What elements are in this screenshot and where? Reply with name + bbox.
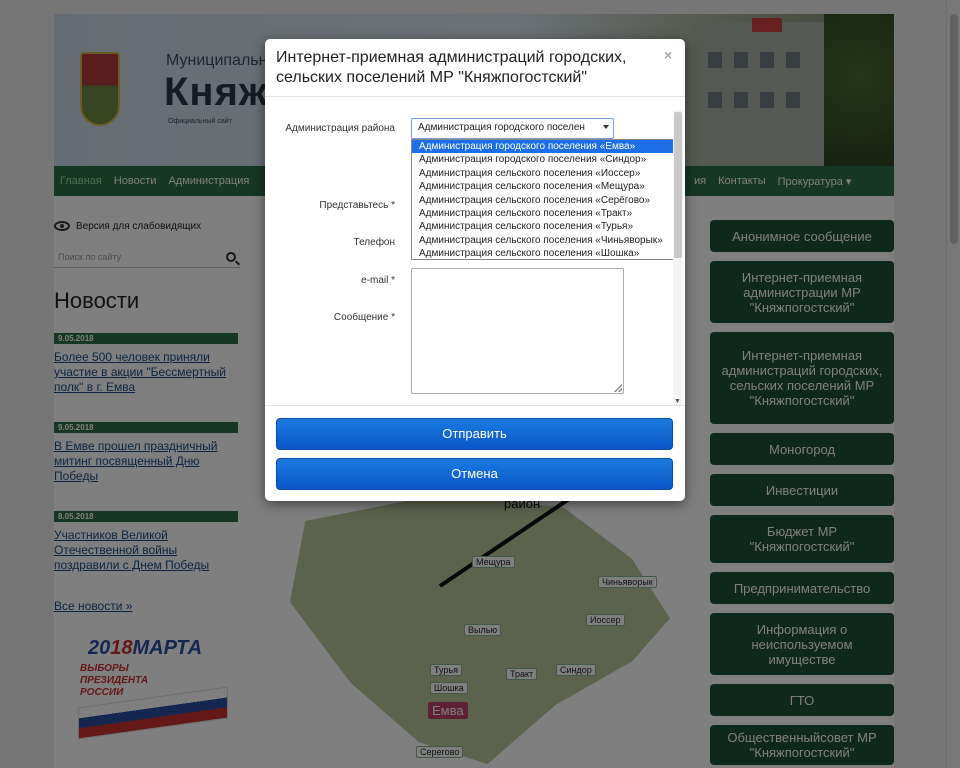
chevron-down-icon xyxy=(603,125,609,129)
message-textarea[interactable] xyxy=(411,268,624,394)
name-label: Представьтесь * xyxy=(319,200,395,211)
dropdown-option[interactable]: Администрация сельского поселения «Чинья… xyxy=(412,234,677,247)
modal-scrollbar[interactable]: ▼ xyxy=(673,110,683,405)
modal-body: Администрация района Представьтесь * Тел… xyxy=(265,98,685,405)
dropdown-option[interactable]: Администрация сельского поселения «Серёг… xyxy=(412,194,677,207)
modal-title: Интернет-приемная администраций городски… xyxy=(276,49,627,86)
dropdown-option[interactable]: Администрация сельского поселения «Шошка… xyxy=(412,247,677,260)
close-icon[interactable]: × xyxy=(664,47,672,63)
dropdown-option[interactable]: Администрация сельского поселения «Турья… xyxy=(412,220,677,233)
district-label: Администрация района xyxy=(285,123,395,134)
district-select-value: Администрация городского поселен xyxy=(418,122,585,133)
modal-footer: Отправить Отмена xyxy=(265,405,685,501)
dropdown-option[interactable]: Администрация сельского поселения «Тракт… xyxy=(412,207,677,220)
dropdown-option[interactable]: Администрация городского поселения «Синд… xyxy=(412,153,677,166)
cancel-button[interactable]: Отмена xyxy=(276,458,673,490)
dropdown-option[interactable]: Администрация городского поселения «Емва… xyxy=(412,140,677,154)
district-select[interactable]: Администрация городского поселен xyxy=(411,118,614,139)
scroll-down-icon[interactable]: ▼ xyxy=(674,398,681,405)
submit-button[interactable]: Отправить xyxy=(276,418,673,450)
modal-header: Интернет-приемная администраций городски… xyxy=(265,39,685,97)
modal-scrollbar-thumb[interactable] xyxy=(674,112,682,258)
district-dropdown[interactable]: Администрация городского поселения «Емва… xyxy=(411,139,678,260)
dropdown-option[interactable]: Администрация сельского поселения «Иоссе… xyxy=(412,167,677,180)
dropdown-option[interactable]: Администрация сельского поселения «Мещур… xyxy=(412,180,677,193)
message-label: Сообщение * xyxy=(333,312,395,323)
reception-modal: Интернет-приемная администраций городски… xyxy=(265,39,685,501)
email-label: e-mail * xyxy=(361,275,395,286)
phone-label: Телефон xyxy=(353,237,395,248)
resize-grip-icon[interactable] xyxy=(614,384,622,392)
